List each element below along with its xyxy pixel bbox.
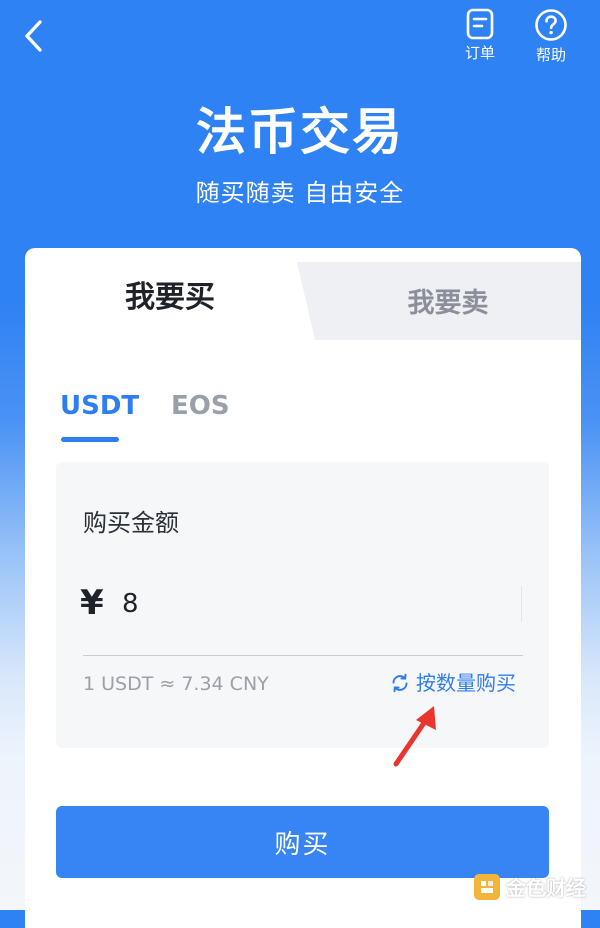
exchange-rate-text: 1 USDT ≈ 7.34 CNY	[83, 673, 269, 695]
tab-sell[interactable]: 我要卖	[315, 248, 581, 340]
jinse-logo-icon	[474, 873, 500, 900]
switch-to-quantity-label: 按数量购买	[416, 671, 516, 695]
orders-label: 订单	[464, 44, 495, 62]
tab-sell-label: 我要卖	[407, 287, 489, 319]
help-button[interactable]: 帮助	[521, 8, 581, 64]
back-button[interactable]	[18, 18, 54, 54]
switch-to-quantity-button[interactable]: 按数量购买	[390, 668, 516, 698]
currency-symbol: ¥	[80, 583, 104, 623]
page-title: 法币交易	[196, 103, 404, 161]
coin-tab-eos[interactable]: EOS	[171, 388, 230, 424]
tab-buy-label: 我要买	[125, 280, 215, 315]
help-label: 帮助	[535, 46, 566, 64]
amount-divider	[83, 655, 523, 656]
amount-label: 购买金额	[83, 509, 179, 537]
amount-input[interactable]	[122, 584, 512, 624]
order-document-icon	[466, 8, 494, 40]
refresh-icon	[392, 673, 408, 693]
tab-buy[interactable]: 我要买	[25, 248, 315, 340]
buy-button[interactable]: 购买	[56, 806, 549, 878]
chevron-left-icon	[25, 20, 42, 52]
watermark-text: 金色财经	[506, 876, 586, 900]
arrow-pointer-icon	[393, 706, 436, 767]
purchase-amount-panel: 购买金额 ¥ 1 USDT ≈ 7.34 CNY 按数量购买	[56, 462, 549, 748]
page-subtitle: 随买随卖 自由安全	[195, 179, 405, 207]
input-edge	[521, 586, 522, 622]
watermark: 金色财经	[474, 872, 586, 901]
orders-button[interactable]: 订单	[450, 8, 510, 62]
trade-card: 我要买 我要卖 USDT EOS 购买金额 ¥ 1 USDT ≈ 7.34 CN…	[25, 248, 581, 928]
jinse-logo-glyph	[481, 880, 493, 893]
coin-tab-usdt[interactable]: USDT	[60, 388, 139, 424]
coin-tab-active-indicator	[61, 437, 119, 442]
question-circle-icon	[535, 9, 567, 41]
